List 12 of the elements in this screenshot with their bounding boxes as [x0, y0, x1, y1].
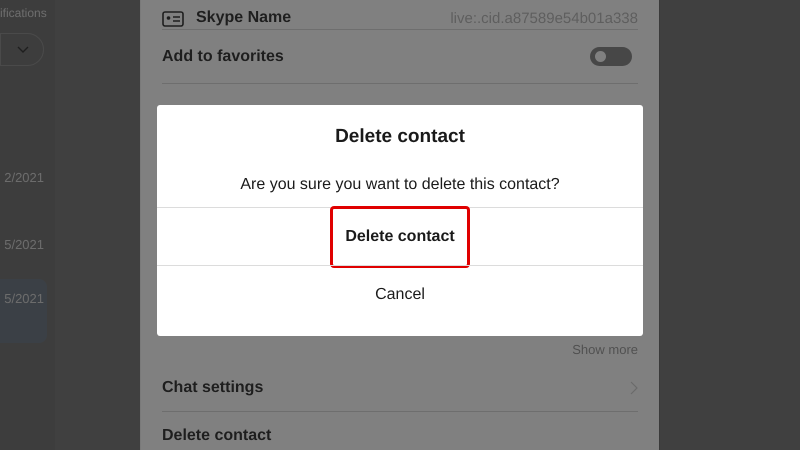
toggle-switch[interactable] [590, 47, 632, 66]
dropdown-button[interactable] [0, 33, 44, 66]
delete-button[interactable]: Delete contact [330, 206, 470, 268]
field-label: Skype Name [196, 9, 292, 27]
action-row[interactable]: Chat settings [162, 364, 638, 412]
dialog-title: Delete contact [334, 126, 466, 148]
contact-card-icon [162, 11, 184, 27]
cancel-button[interactable]: Cancel [360, 274, 440, 314]
favorites-label: Add to favorites [162, 48, 284, 66]
dialog-message: Are you sure you want to delete this contact? [239, 176, 561, 195]
chevron-down-icon [17, 46, 29, 54]
action-row[interactable]: Delete contact [162, 412, 638, 450]
